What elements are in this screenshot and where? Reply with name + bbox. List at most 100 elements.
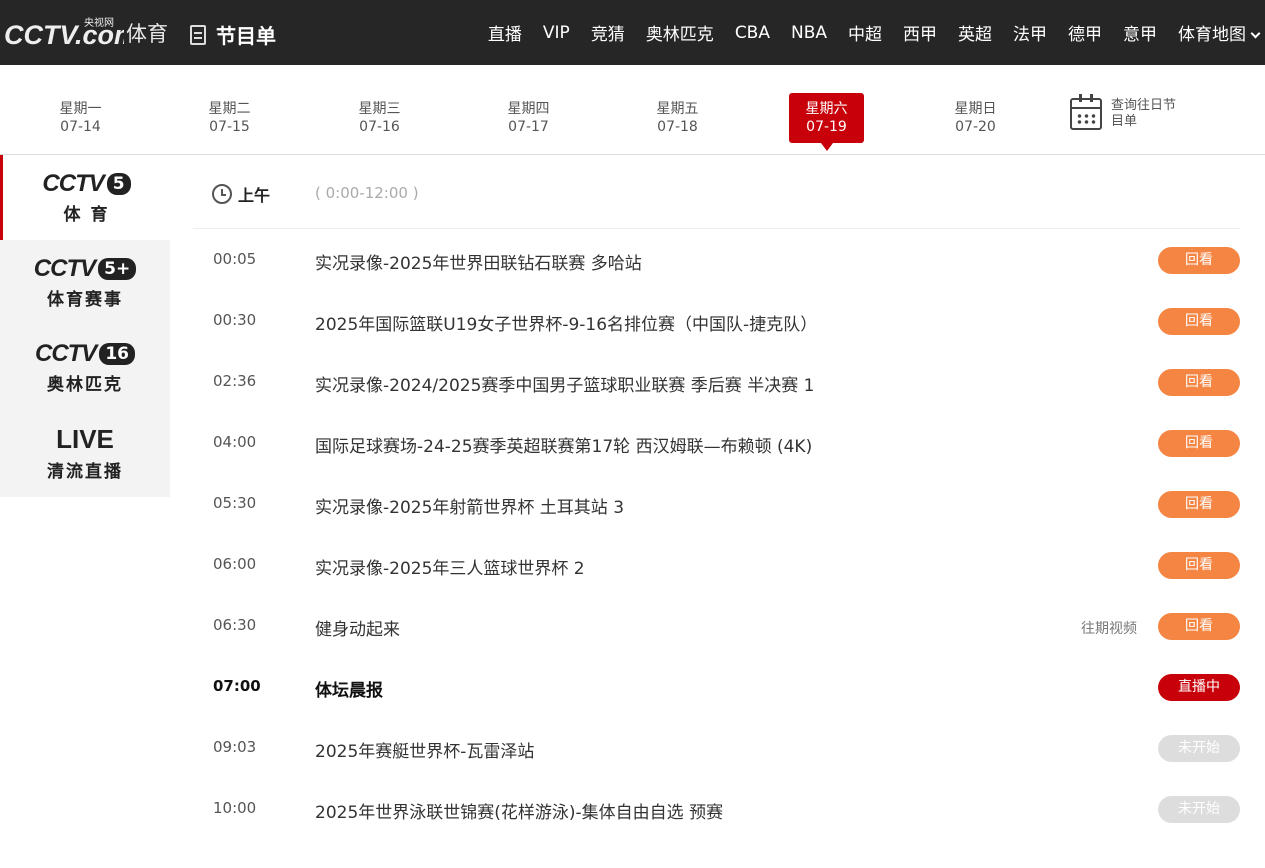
- logo-sport-label: 体育: [126, 22, 168, 46]
- day-date: 07-18: [657, 119, 698, 135]
- page-title: 节目单: [190, 20, 276, 49]
- cctv-logo[interactable]: CCTV.com 央视网: [4, 12, 124, 52]
- program-row: 10:00 2025年世界泳联世锦赛(花样游泳)-集体自由自选 预赛 未开始: [193, 779, 1240, 840]
- nav-item-bundesliga[interactable]: 德甲: [1068, 20, 1102, 45]
- day-weekday: 星期三: [358, 101, 401, 117]
- program-row: 05:30 实况录像-2025年射箭世界杯 土耳其站 3 回看: [193, 474, 1240, 535]
- day-tab-thu[interactable]: 星期四 07-17: [491, 93, 566, 143]
- program-time: 06:30: [213, 616, 257, 634]
- channel-subtitle: 体 育: [63, 205, 110, 225]
- program-time: 06:00: [213, 555, 257, 573]
- not-started-badge: 未开始: [1158, 796, 1240, 823]
- main-nav: 直播 VIP 竞猜 奥林匹克 CBA NBA 中超 西甲 英超 法甲 德甲 意甲…: [467, 0, 1261, 65]
- divider: [193, 228, 1240, 229]
- replay-button[interactable]: 回看: [1158, 369, 1240, 396]
- channel-brand: LIVE: [56, 423, 114, 454]
- program-time: 02:36: [213, 372, 257, 390]
- page-title-text: 节目单: [216, 24, 276, 48]
- day-date: 07-15: [209, 119, 250, 135]
- day-tab-mon[interactable]: 星期一 07-14: [43, 93, 118, 143]
- channel-brand: CCTV: [42, 170, 104, 197]
- program-title: 2025年赛艇世界杯-瓦雷泽站: [315, 742, 535, 762]
- top-bar: CCTV.com 央视网 体育 节目单 直播 VIP 竞猜 奥林匹克 CBA N…: [0, 0, 1265, 65]
- program-row: 04:00 国际足球赛场-24-25赛季英超联赛第17轮 西汉姆联—布赖顿 (4…: [193, 413, 1240, 474]
- nav-item-olympic[interactable]: 奥林匹克: [646, 20, 714, 45]
- program-row-live: 07:00 体坛晨报 直播中: [193, 657, 1240, 718]
- past-videos-link[interactable]: 往期视频: [1081, 618, 1137, 638]
- history-schedule-label: 查询往日节目单: [1111, 98, 1177, 129]
- day-weekday: 星期六: [805, 101, 848, 117]
- nav-item-live[interactable]: 直播: [488, 20, 522, 45]
- period-label: 上午: [238, 186, 271, 205]
- program-row: 06:00 实况录像-2025年三人篮球世界杯 2 回看: [193, 535, 1240, 596]
- nav-item-sports-map[interactable]: 体育地图: [1178, 20, 1261, 45]
- nav-item-csl[interactable]: 中超: [848, 20, 882, 45]
- program-time: 07:00: [213, 677, 261, 695]
- program-title[interactable]: 实况录像-2025年射箭世界杯 土耳其站 3: [315, 493, 624, 518]
- channel-subtitle: 奥林匹克: [47, 375, 123, 395]
- program-list: 00:05 实况录像-2025年世界田联钻石联赛 多哈站 回看 00:30 20…: [193, 230, 1240, 840]
- day-date: 07-16: [359, 119, 400, 135]
- program-title[interactable]: 实况录像-2025年三人篮球世界杯 2: [315, 554, 585, 579]
- replay-button[interactable]: 回看: [1158, 552, 1240, 579]
- channel-cctv5[interactable]: CCTV 5 体 育: [0, 155, 170, 240]
- channel-cctv16[interactable]: CCTV 16 奥林匹克: [0, 325, 170, 410]
- nav-item-sports-map-label: 体育地图: [1178, 25, 1246, 45]
- program-title[interactable]: 体坛晨报: [315, 676, 383, 701]
- chevron-down-icon: [1250, 28, 1261, 39]
- program-row: 00:05 实况录像-2025年世界田联钻石联赛 多哈站 回看: [193, 230, 1240, 291]
- nav-item-epl[interactable]: 英超: [958, 20, 992, 45]
- channel-sidebar: CCTV 5 体 育 CCTV 5+ 体育赛事 CCTV 16 奥林匹克 LIVE 清…: [0, 155, 170, 497]
- replay-button[interactable]: 回看: [1158, 430, 1240, 457]
- program-title[interactable]: 实况录像-2024/2025赛季中国男子篮球职业联赛 季后赛 半决赛 1: [315, 371, 814, 396]
- day-weekday: 星期一: [59, 101, 102, 117]
- day-weekday: 星期五: [656, 101, 699, 117]
- channel-subtitle: 体育赛事: [47, 290, 123, 310]
- program-time: 04:00: [213, 433, 257, 451]
- day-date: 07-20: [955, 119, 996, 135]
- day-date: 07-17: [508, 119, 549, 135]
- channel-brand: CCTV: [34, 340, 97, 367]
- day-tab-fri[interactable]: 星期五 07-18: [640, 93, 715, 143]
- replay-button[interactable]: 回看: [1158, 613, 1240, 640]
- channel-number: 16: [99, 343, 135, 365]
- program-time: 09:03: [213, 738, 257, 756]
- live-now-button[interactable]: 直播中: [1158, 674, 1240, 701]
- replay-button[interactable]: 回看: [1158, 491, 1240, 518]
- replay-button[interactable]: 回看: [1158, 308, 1240, 335]
- program-row: 02:36 实况录像-2024/2025赛季中国男子篮球职业联赛 季后赛 半决赛…: [193, 352, 1240, 413]
- nav-item-ligue1[interactable]: 法甲: [1013, 20, 1047, 45]
- nav-item-quiz[interactable]: 竞猜: [591, 20, 625, 45]
- nav-item-cba[interactable]: CBA: [735, 23, 770, 43]
- day-tab-wed[interactable]: 星期三 07-16: [342, 93, 417, 143]
- nav-item-seriea[interactable]: 意甲: [1123, 20, 1157, 45]
- day-tab-sun[interactable]: 星期日 07-20: [938, 93, 1013, 143]
- channel-subtitle: 清流直播: [47, 461, 123, 482]
- program-row: 09:03 2025年赛艇世界杯-瓦雷泽站 未开始: [193, 718, 1240, 779]
- nav-item-vip[interactable]: VIP: [543, 23, 570, 43]
- replay-button[interactable]: 回看: [1158, 247, 1240, 274]
- nav-item-laliga[interactable]: 西甲: [903, 20, 937, 45]
- program-row: 00:30 2025年国际篮联U19女子世界杯-9-16名排位赛（中国队-捷克队…: [193, 291, 1240, 352]
- day-date: 07-14: [60, 119, 101, 135]
- channel-number: 5+: [98, 258, 137, 280]
- day-date: 07-19: [806, 119, 847, 135]
- day-tab-sat[interactable]: 星期六 07-19: [789, 93, 864, 151]
- program-title[interactable]: 健身动起来: [315, 615, 400, 640]
- program-time: 00:05: [213, 250, 257, 268]
- calendar-icon: [1070, 94, 1102, 130]
- svg-text:央视网: 央视网: [84, 16, 114, 29]
- channel-live[interactable]: LIVE 清流直播: [0, 410, 170, 495]
- history-schedule-link[interactable]: 查询往日节目单: [1070, 94, 1181, 130]
- day-tab-tue[interactable]: 星期二 07-15: [192, 93, 267, 143]
- program-title[interactable]: 实况录像-2025年世界田联钻石联赛 多哈站: [315, 249, 642, 274]
- program-time: 05:30: [213, 494, 257, 512]
- channel-number: 5: [106, 173, 131, 195]
- nav-item-nba[interactable]: NBA: [791, 23, 827, 43]
- day-weekday: 星期二: [208, 101, 251, 117]
- program-title[interactable]: 2025年国际篮联U19女子世界杯-9-16名排位赛（中国队-捷克队）: [315, 310, 817, 335]
- channel-cctv5plus[interactable]: CCTV 5+ 体育赛事: [0, 240, 170, 325]
- document-icon: [190, 24, 206, 45]
- program-title[interactable]: 国际足球赛场-24-25赛季英超联赛第17轮 西汉姆联—布赖顿 (4K): [315, 432, 812, 457]
- program-time: 10:00: [213, 799, 257, 817]
